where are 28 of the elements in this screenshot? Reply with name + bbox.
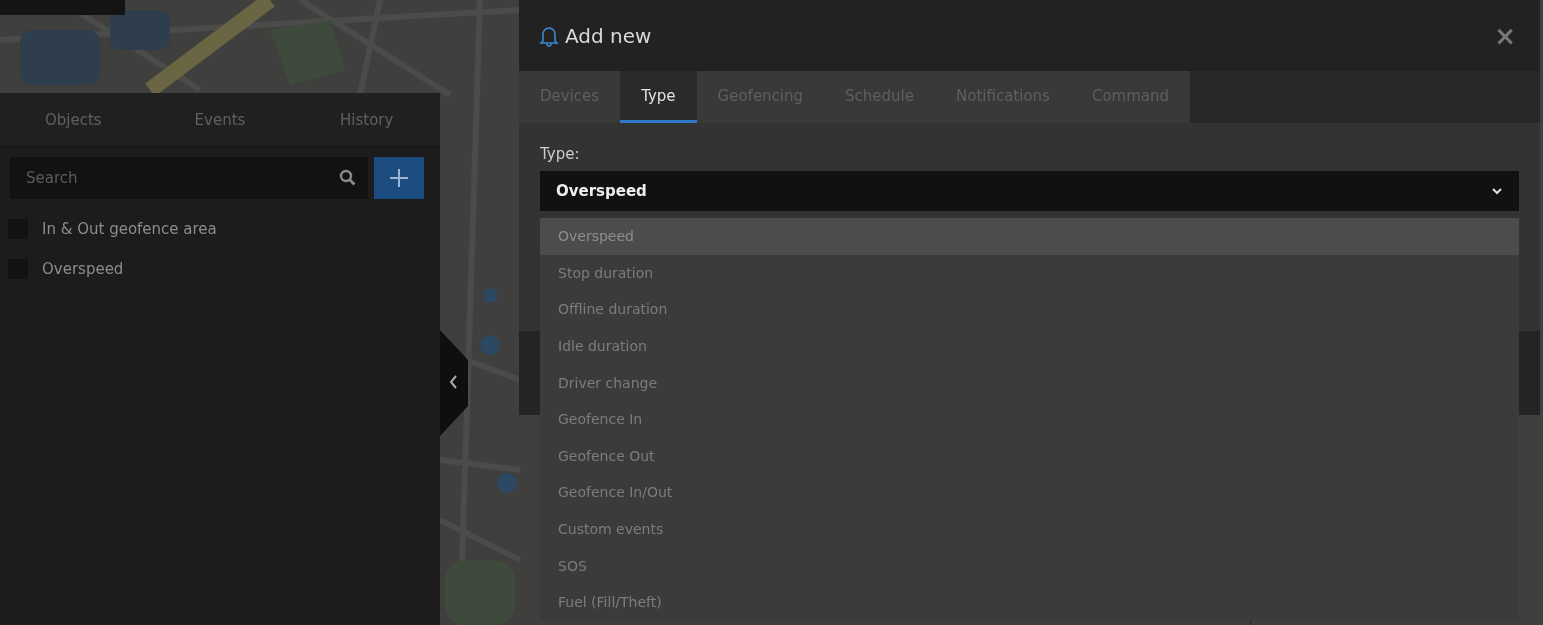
plus-icon	[389, 168, 409, 188]
dropdown-option[interactable]: SOS	[540, 547, 1519, 584]
dropdown-option[interactable]: Fuel (Fill/Theft)	[540, 583, 1519, 621]
dropdown-option[interactable]: Geofence Out	[540, 437, 1519, 475]
close-button[interactable]: ×	[1490, 20, 1520, 51]
dialog-title: Add new	[565, 23, 652, 48]
caret-icon	[1491, 187, 1503, 195]
search-icon	[339, 169, 356, 186]
type-dropdown[interactable]: Overspeed	[540, 171, 1519, 211]
dropdown-option[interactable]: Driver change	[540, 364, 1519, 401]
alert-name[interactable]: Overspeed	[42, 260, 124, 278]
sidebar-tab[interactable]: Objects	[0, 93, 147, 146]
search-field[interactable]: Search	[10, 157, 368, 199]
alert-name[interactable]: In & Out geofence area	[42, 220, 217, 238]
dropdown-option[interactable]: Overspeed	[540, 218, 1519, 255]
sidebar-tab[interactable]: History	[293, 93, 440, 146]
add-button[interactable]	[374, 157, 424, 199]
dropdown-option[interactable]: Custom events	[540, 510, 1519, 548]
dialog-tab[interactable]: Type	[620, 71, 697, 123]
dropdown-option[interactable]: Geofence In	[540, 400, 1519, 438]
bell-icon	[539, 24, 559, 47]
collapse-handle[interactable]	[440, 330, 468, 436]
dropdown-option[interactable]: Offline duration	[540, 291, 1519, 328]
dropdown-option[interactable]: Idle duration	[540, 327, 1519, 365]
field-label: Type:	[540, 145, 580, 163]
dropdown-option[interactable]: Geofence In/Out	[540, 474, 1519, 511]
sidebar-tab[interactable]: Events	[146, 93, 294, 146]
dropdown-option[interactable]: Stop duration	[540, 254, 1519, 292]
